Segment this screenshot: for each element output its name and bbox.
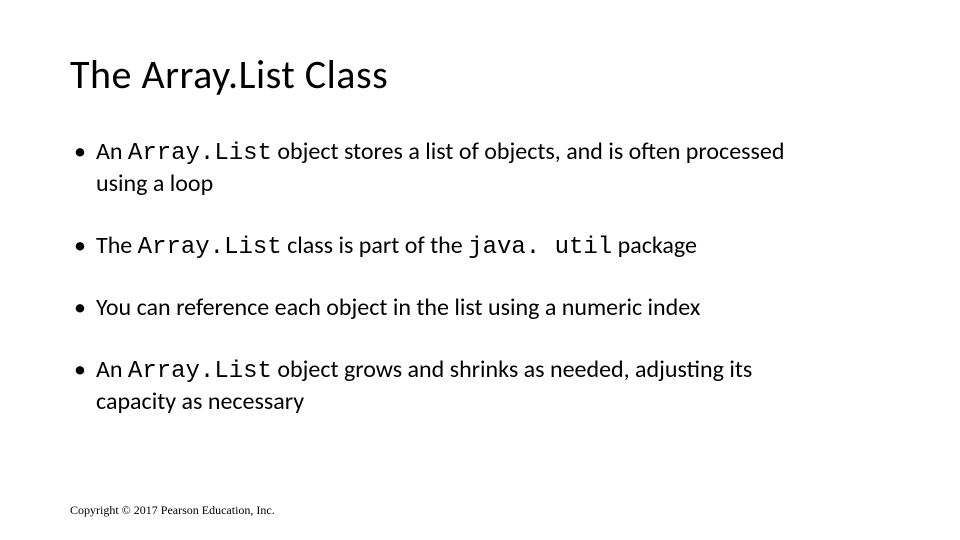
bullet-text-mid: class is part of the bbox=[282, 231, 468, 260]
bullet-list: An Array.List object stores a list of ob… bbox=[70, 137, 890, 419]
bullet-code: Array.List bbox=[128, 140, 272, 167]
bullet-code: java. util bbox=[468, 234, 612, 261]
bullet-item: An Array.List object grows and shrinks a… bbox=[70, 355, 790, 419]
bullet-text-pre: The bbox=[96, 231, 138, 260]
copyright-footer: Copyright © 2017 Pearson Education, Inc. bbox=[70, 503, 275, 518]
slide-container: The Array.List Class An Array.List objec… bbox=[0, 0, 960, 540]
bullet-item: The Array.List class is part of the java… bbox=[70, 231, 790, 263]
bullet-item: An Array.List object stores a list of ob… bbox=[70, 137, 790, 201]
bullet-code: Array.List bbox=[138, 234, 282, 261]
bullet-item: You can reference each object in the lis… bbox=[70, 293, 790, 325]
bullet-text-pre: An bbox=[96, 355, 128, 384]
bullet-text-post: package bbox=[612, 231, 697, 260]
slide-title: The Array.List Class bbox=[70, 50, 890, 99]
bullet-text-pre: An bbox=[96, 137, 128, 166]
bullet-code: Array.List bbox=[128, 358, 272, 385]
bullet-text-pre: You can reference each object in the lis… bbox=[96, 293, 700, 322]
